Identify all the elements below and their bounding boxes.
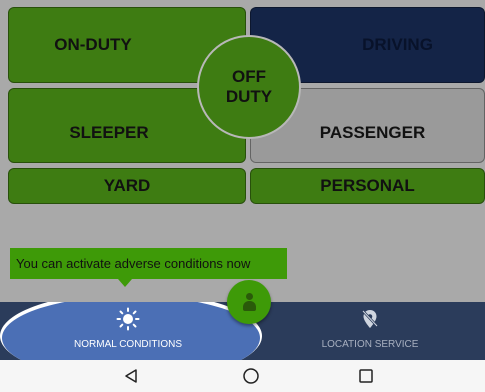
location-service-label: LOCATION SERVICE: [321, 339, 419, 350]
sun-icon: [116, 302, 140, 336]
recents-button[interactable]: [351, 360, 381, 392]
personal-button[interactable]: PERSONAL: [250, 168, 485, 204]
personal-label: PERSONAL: [320, 176, 415, 195]
home-circle-icon: [243, 368, 259, 384]
back-button[interactable]: [116, 360, 146, 392]
driver-fab-button[interactable]: [227, 280, 271, 324]
driver-person-icon: [242, 293, 256, 311]
adverse-conditions-tooltip: You can activate adverse conditions now: [10, 248, 287, 279]
recents-square-icon: [359, 369, 373, 383]
driving-label: DRIVING: [362, 35, 433, 54]
normal-conditions-tab[interactable]: NORMAL CONDITIONS: [28, 302, 228, 360]
location-off-icon: [361, 302, 379, 336]
back-triangle-icon: [125, 369, 137, 383]
off-duty-label: OFF DUTY: [225, 67, 273, 106]
sleeper-label: SLEEPER: [69, 122, 149, 142]
passenger-label: PASSENGER: [319, 122, 426, 142]
normal-conditions-label: NORMAL CONDITIONS: [74, 339, 182, 350]
yard-label: YARD: [103, 176, 151, 195]
yard-button[interactable]: YARD: [8, 168, 246, 204]
location-service-tab[interactable]: LOCATION SERVICE: [280, 302, 460, 360]
tooltip-arrow: [118, 279, 132, 287]
off-duty-button[interactable]: OFF DUTY: [197, 35, 301, 139]
on-duty-label: ON-DUTY: [54, 35, 132, 54]
android-navigation-bar: [0, 360, 485, 392]
tooltip-text: You can activate adverse conditions now: [16, 256, 251, 271]
home-button[interactable]: [236, 360, 266, 392]
